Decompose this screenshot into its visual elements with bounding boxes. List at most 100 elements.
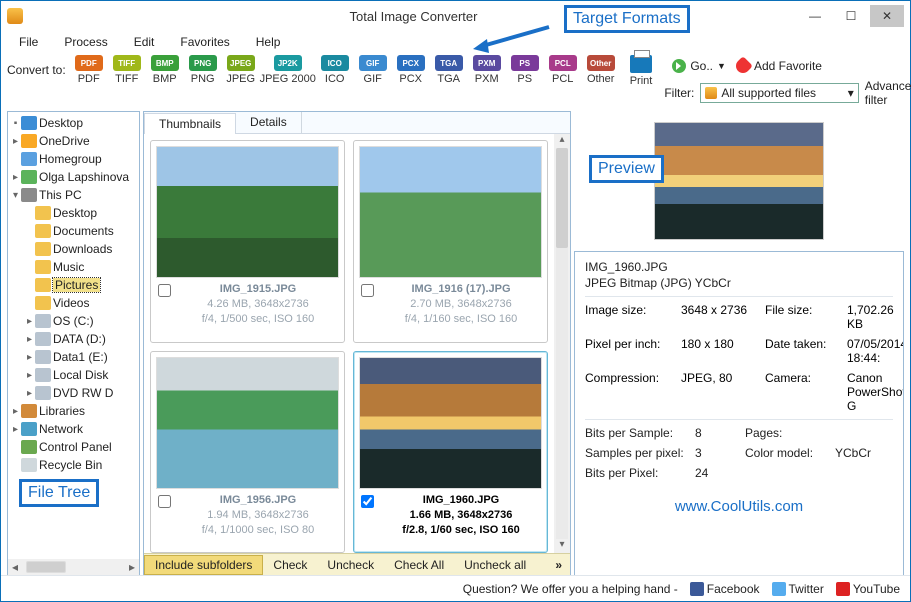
drive-icon [35, 368, 51, 382]
thumbnail-card[interactable]: IMG_1960.JPG1.66 MB, 3648x2736f/2.8, 1/6… [353, 351, 548, 554]
menubar: File Process Edit Favorites Help [1, 31, 910, 53]
format-tga-icon: TGA [435, 55, 463, 71]
uncheck-all-button[interactable]: Uncheck all [454, 556, 536, 574]
format-tiff-button[interactable]: TIFFTIFF [110, 55, 144, 85]
thumbnail-card[interactable]: IMG_1916 (17).JPG2.70 MB, 3648x2736f/4, … [353, 140, 548, 343]
check-all-button[interactable]: Check All [384, 556, 454, 574]
youtube-link[interactable]: YouTube [836, 582, 900, 596]
add-favorite-button[interactable]: Add Favorite [736, 59, 822, 73]
file-tree[interactable]: ▪ Desktop ▸OneDriveHomegroup▸Olga Lapshi… [8, 112, 139, 559]
tree-item[interactable]: ▸OneDrive [8, 132, 139, 150]
format-bmp-button[interactable]: BMPBMP [148, 55, 182, 85]
youtube-icon [836, 582, 850, 596]
thumbnail-card[interactable]: IMG_1915.JPG4.26 MB, 3648x2736f/4, 1/500… [150, 140, 345, 343]
folder-icon [35, 242, 51, 256]
drive-icon [35, 350, 51, 364]
tree-item[interactable]: ▸Data1 (E:) [8, 348, 139, 366]
tree-item[interactable]: Desktop [8, 204, 139, 222]
tree-scrollbar-h[interactable]: ◂▸ [8, 559, 139, 575]
tab-details[interactable]: Details [236, 112, 302, 133]
tree-item[interactable]: ▸Local Disk [8, 366, 139, 384]
folder-icon [35, 206, 51, 220]
info-grid-2: Bits per Sample:8Pages:Samples per pixel… [585, 426, 893, 480]
format-tga-button[interactable]: TGATGA [432, 55, 466, 85]
format-other-button[interactable]: OtherOther [584, 55, 618, 85]
format-buttons: PDFPDFTIFFTIFFBMPBMPPNGPNGJPEGJPEGJP2KJP… [72, 55, 618, 85]
uncheck-button[interactable]: Uncheck [317, 556, 384, 574]
tree-item[interactable]: Homegroup [8, 150, 139, 168]
toolbar: Convert to: PDFPDFTIFFTIFFBMPBMPPNGPNGJP… [1, 53, 910, 111]
menu-edit[interactable]: Edit [124, 33, 165, 51]
tree-item[interactable]: Control Panel [8, 438, 139, 456]
tree-item[interactable]: Videos [8, 294, 139, 312]
tree-item[interactable]: ▸Libraries [8, 402, 139, 420]
preview-panel: IMG_1960.JPG JPEG Bitmap (JPG) YCbCr Ima… [574, 111, 904, 576]
tree-item[interactable]: Downloads [8, 240, 139, 258]
maximize-button[interactable]: ☐ [834, 5, 868, 27]
format-gif-button[interactable]: GIFGIF [356, 55, 390, 85]
coolutils-link[interactable]: www.CoolUtils.com [585, 498, 893, 515]
tree-item[interactable]: ▾This PC [8, 186, 139, 204]
titlebar: Total Image Converter — ☐ ✕ [1, 1, 910, 31]
include-subfolders-button[interactable]: Include subfolders [144, 555, 263, 575]
filter-icon [705, 87, 717, 99]
thumbnails-scrollbar-v[interactable]: ▴▾ [554, 134, 570, 553]
thumbnail-checkbox[interactable] [361, 284, 374, 297]
filter-dropdown[interactable]: All supported files ▾ [700, 83, 858, 103]
format-pcx-button[interactable]: PCXPCX [394, 55, 428, 85]
format-pdf-icon: PDF [75, 55, 103, 71]
cloud-icon [21, 134, 37, 148]
thumbnail-card[interactable]: IMG_1956.JPG1.94 MB, 3648x2736f/4, 1/100… [150, 351, 345, 554]
format-png-button[interactable]: PNGPNG [186, 55, 220, 85]
user-icon [21, 170, 37, 184]
tab-thumbnails[interactable]: Thumbnails [144, 113, 236, 134]
facebook-icon [690, 582, 704, 596]
thumbnail-image [359, 146, 542, 278]
tree-item[interactable]: Pictures [8, 276, 139, 294]
heart-icon [733, 56, 753, 76]
net-icon [21, 422, 37, 436]
thumbnail-checkbox[interactable] [158, 495, 171, 508]
format-pxm-button[interactable]: PXMPXM [470, 55, 504, 85]
thumbnail-checkbox[interactable] [361, 495, 374, 508]
bin-icon [21, 458, 37, 472]
print-button[interactable]: Print [630, 55, 653, 87]
minimize-button[interactable]: — [798, 5, 832, 27]
tree-item[interactable]: Music [8, 258, 139, 276]
format-ps-button[interactable]: PSPS [508, 55, 542, 85]
format-ico-button[interactable]: ICOICO [318, 55, 352, 85]
format-jp2k-button[interactable]: JP2KJPEG 2000 [262, 55, 314, 85]
more-chevron-icon[interactable]: » [555, 558, 570, 572]
dvd-icon [35, 386, 51, 400]
thumbnail-checkbox[interactable] [158, 284, 171, 297]
tree-item[interactable]: ▸DVD RW D [8, 384, 139, 402]
group-icon [21, 152, 37, 166]
format-pdf-button[interactable]: PDFPDF [72, 55, 106, 85]
tree-item[interactable]: ▸OS (C:) [8, 312, 139, 330]
tree-item[interactable]: ▸Olga Lapshinova [8, 168, 139, 186]
tree-item[interactable]: ▸DATA (D:) [8, 330, 139, 348]
menu-favorites[interactable]: Favorites [170, 33, 239, 51]
advanced-filter-link[interactable]: Advanced filter [865, 79, 911, 107]
format-pcl-button[interactable]: PCLPCL [546, 55, 580, 85]
menu-help[interactable]: Help [246, 33, 291, 51]
go-button[interactable]: Go..▼ [672, 59, 726, 73]
main: ▪ Desktop ▸OneDriveHomegroup▸Olga Lapshi… [1, 111, 910, 579]
view-tabs: Thumbnails Details [144, 112, 570, 134]
twitter-link[interactable]: Twitter [772, 582, 824, 596]
menu-file[interactable]: File [9, 33, 48, 51]
tree-item[interactable]: Recycle Bin [8, 456, 139, 474]
menu-process[interactable]: Process [54, 33, 117, 51]
folder-icon [35, 296, 51, 310]
folder-icon [35, 260, 51, 274]
file-tree-panel: ▪ Desktop ▸OneDriveHomegroup▸Olga Lapshi… [7, 111, 140, 576]
info-box: IMG_1960.JPG JPEG Bitmap (JPG) YCbCr Ima… [574, 251, 904, 576]
check-button[interactable]: Check [263, 556, 317, 574]
tree-root[interactable]: ▪ Desktop [8, 114, 139, 132]
preview-image [654, 122, 824, 240]
tree-item[interactable]: ▸Network [8, 420, 139, 438]
tree-item[interactable]: Documents [8, 222, 139, 240]
facebook-link[interactable]: Facebook [690, 582, 760, 596]
format-jpeg-button[interactable]: JPEGJPEG [224, 55, 258, 85]
close-button[interactable]: ✕ [870, 5, 904, 27]
